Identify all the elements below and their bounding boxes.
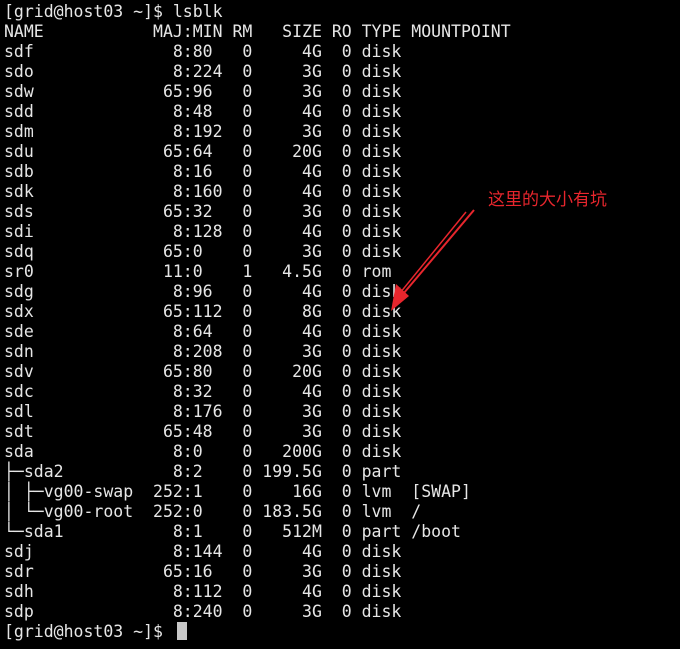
- table-row: │ ├─vg00-swap 252:1 0 16G 0 lvm [SWAP]: [4, 482, 471, 501]
- text-cursor: [176, 622, 187, 640]
- prompt-text: [grid@host03 ~]$: [4, 622, 173, 641]
- command-prompt-current[interactable]: [grid@host03 ~]$: [4, 622, 511, 642]
- table-row: sdf 8:80 0 4G 0 disk: [4, 42, 402, 61]
- table-row: sdg 8:96 0 4G 0 disk: [4, 282, 402, 301]
- table-row: sdt 65:48 0 3G 0 disk: [4, 422, 402, 441]
- table-row: sdl 8:176 0 3G 0 disk: [4, 402, 402, 421]
- table-row: sdj 8:144 0 4G 0 disk: [4, 542, 402, 561]
- table-row: sdw 65:96 0 3G 0 disk: [4, 82, 402, 101]
- table-row: │ └─vg00-root 252:0 0 183.5G 0 lvm /: [4, 502, 422, 521]
- command-prompt-lsblk: [grid@host03 ~]$ lsblk: [4, 2, 223, 21]
- device-rows: sdf 8:80 0 4G 0 disk sdo 8:224 0 3G 0 dis…: [4, 42, 511, 622]
- table-row: sde 8:64 0 4G 0 disk: [4, 322, 402, 341]
- table-row: sdc 8:32 0 4G 0 disk: [4, 382, 402, 401]
- terminal-window[interactable]: [grid@host03 ~]$ lsblk NAME MAJ:MIN RM S…: [0, 0, 680, 649]
- table-row: ├─sda2 8:2 0 199.5G 0 part: [4, 462, 402, 481]
- table-row: sr0 11:0 1 4.5G 0 rom: [4, 262, 392, 281]
- table-row: sdd 8:48 0 4G 0 disk: [4, 102, 402, 121]
- table-row: sdi 8:128 0 4G 0 disk: [4, 222, 402, 241]
- table-row: sdv 65:80 0 20G 0 disk: [4, 362, 402, 381]
- table-row: sdr 65:16 0 3G 0 disk: [4, 562, 402, 581]
- table-row: sds 65:32 0 3G 0 disk: [4, 202, 402, 221]
- table-row: sdu 65:64 0 20G 0 disk: [4, 142, 402, 161]
- table-row: sdm 8:192 0 3G 0 disk: [4, 122, 402, 141]
- table-row: └─sda1 8:1 0 512M 0 part /boot: [4, 522, 461, 541]
- table-row: sdx 65:112 0 8G 0 disk: [4, 302, 402, 321]
- annotation-label: 这里的大小有坑: [488, 190, 607, 210]
- table-row: sdq 65:0 0 3G 0 disk: [4, 242, 402, 261]
- table-row: sdn 8:208 0 3G 0 disk: [4, 342, 402, 361]
- table-row: sda 8:0 0 200G 0 disk: [4, 442, 402, 461]
- terminal-output: [grid@host03 ~]$ lsblk NAME MAJ:MIN RM S…: [4, 2, 511, 642]
- table-row: sdk 8:160 0 4G 0 disk: [4, 182, 402, 201]
- table-row: sdo 8:224 0 3G 0 disk: [4, 62, 402, 81]
- table-row: sdh 8:112 0 4G 0 disk: [4, 582, 402, 601]
- table-header: NAME MAJ:MIN RM SIZE RO TYPE MOUNTPOINT: [4, 22, 511, 41]
- table-row: sdp 8:240 0 3G 0 disk: [4, 602, 402, 621]
- table-row: sdb 8:16 0 4G 0 disk: [4, 162, 402, 181]
